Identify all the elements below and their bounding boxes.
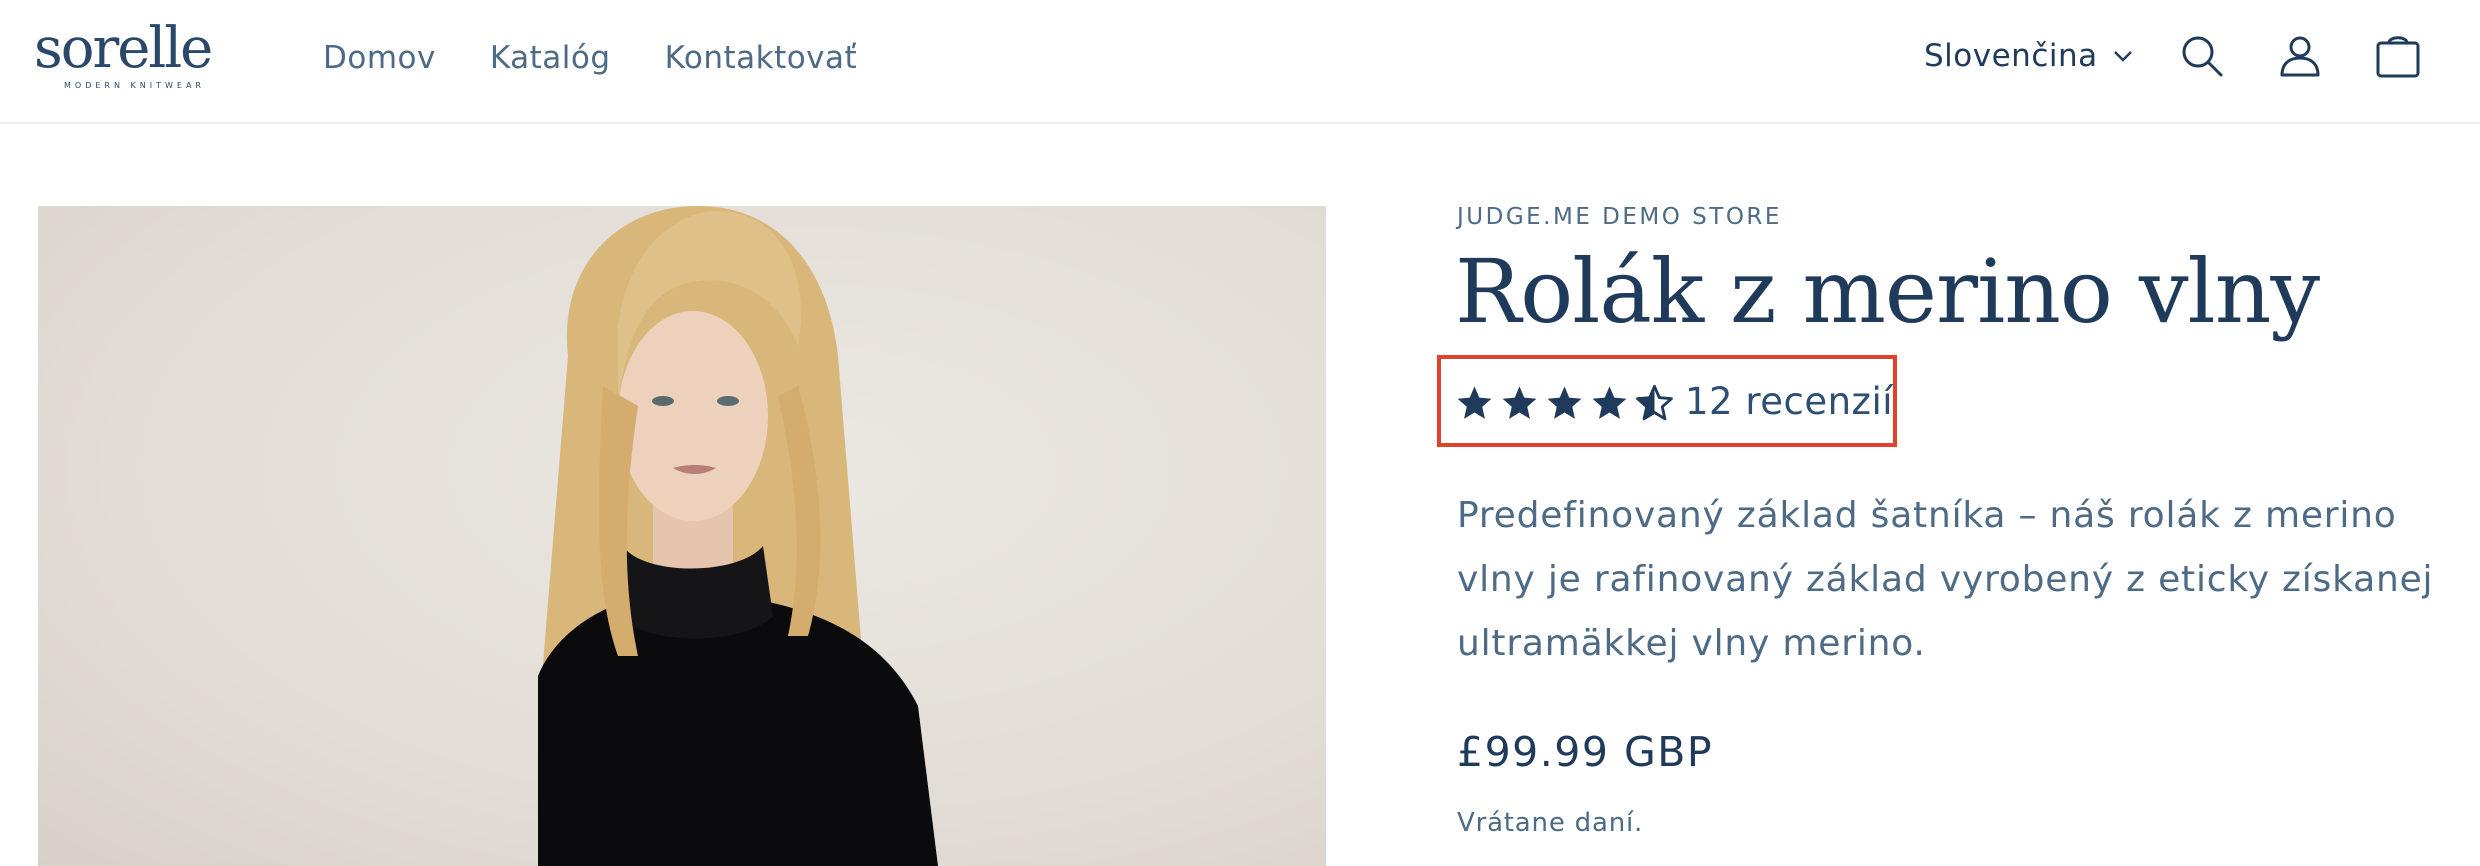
product-price: £99.99 GBP	[1457, 728, 1714, 776]
star-icon-half	[1636, 384, 1673, 421]
nav-link-contact[interactable]: Kontaktovať	[665, 38, 858, 78]
site-header: sorelle MODERN KNITWEAR Domov Katalóg Ko…	[0, 0, 2480, 124]
star-icon-full	[1502, 386, 1537, 419]
product-vendor: JUDGE.ME DEMO STORE	[1457, 204, 1782, 230]
star-rating[interactable]	[1455, 384, 1674, 422]
star-icon-full	[1592, 386, 1627, 419]
cart-icon	[2376, 36, 2420, 78]
logo-tagline: MODERN KNITWEAR	[64, 81, 205, 90]
cart-button[interactable]	[2372, 30, 2424, 82]
account-button[interactable]	[2274, 30, 2326, 82]
model-photo	[538, 206, 938, 866]
nav-link-home[interactable]: Domov	[323, 38, 436, 78]
product-image[interactable]	[38, 206, 1326, 866]
language-selector[interactable]: Slovenčina	[1924, 36, 2134, 76]
account-icon	[2280, 36, 2320, 77]
review-count-link[interactable]: 12 recenzií	[1685, 378, 1893, 426]
main-nav: Domov Katalóg Kontaktovať	[323, 38, 857, 78]
star-icon-full	[1457, 386, 1492, 419]
logo-wordmark: sorelle	[34, 16, 213, 81]
star-icon-full	[1547, 386, 1582, 419]
product-description: Predefinovaný základ šatníka – náš rolák…	[1457, 495, 2434, 664]
language-label: Slovenčina	[1924, 38, 2098, 74]
logo[interactable]: sorelle MODERN KNITWEAR	[34, 18, 220, 92]
search-button[interactable]	[2176, 30, 2228, 82]
tax-note: Vrátane daní.	[1457, 808, 1644, 838]
nav-link-catalog[interactable]: Katalóg	[490, 38, 611, 78]
product-title: Rolák z merino vlny	[1455, 240, 2320, 343]
chevron-down-icon	[2113, 51, 2132, 62]
search-icon	[2182, 36, 2223, 77]
